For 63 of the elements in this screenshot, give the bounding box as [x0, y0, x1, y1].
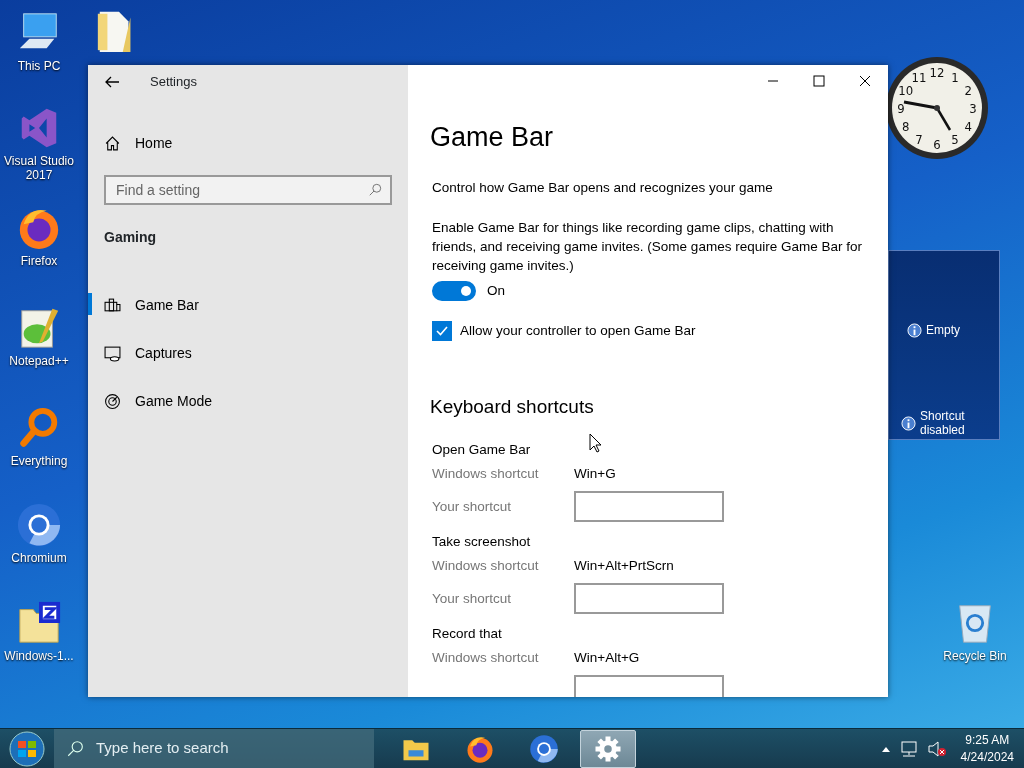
network-icon[interactable] — [898, 739, 919, 758]
window-title: Settings — [150, 73, 197, 92]
close-icon — [859, 75, 871, 87]
toggle-label: On — [487, 281, 505, 300]
checkbox[interactable] — [432, 321, 452, 342]
maximize-icon — [813, 75, 825, 87]
taskbar-clock[interactable]: 9:25 AM 4/24/2024 — [960, 731, 1014, 766]
shortcut-name: Record that — [432, 624, 502, 643]
input-field[interactable] — [574, 491, 724, 523]
icon-label[interactable]: Firefox — [20, 255, 58, 269]
input-field[interactable] — [574, 583, 724, 615]
sidebar-item[interactable]: Captures — [88, 329, 408, 377]
shortcut-keys: Win+Alt+PrtScrn — [574, 555, 674, 576]
sidebar-item[interactable]: Game Mode — [88, 377, 408, 425]
clock-time: 9:25 AM — [964, 731, 1011, 749]
icon-label[interactable]: Visual Studio 2017 — [0, 155, 78, 183]
info-icon — [901, 415, 916, 431]
home-icon — [104, 134, 121, 152]
icon-label[interactable]: This PC — [17, 60, 61, 74]
page-subtitle: Control how Game Bar opens and recognizes your game — [432, 178, 774, 197]
info-icon — [907, 323, 922, 338]
checkmark-icon — [435, 324, 449, 339]
search-input[interactable]: Type here to search — [94, 736, 354, 761]
shortcut-label: Your shortcut — [432, 497, 513, 516]
back-icon[interactable] — [104, 74, 120, 90]
section-heading: Keyboard shortcuts — [430, 395, 595, 420]
capture-icon — [104, 344, 121, 362]
search-icon — [368, 183, 382, 197]
search-icon — [66, 739, 84, 758]
chromium-icon — [529, 733, 559, 764]
zip-folder-icon[interactable] — [16, 600, 62, 646]
shortcut-name: Open Game Bar — [432, 440, 531, 459]
shortcut-keys: Win+G — [574, 463, 616, 484]
game-bar-icon — [104, 296, 121, 314]
section-heading: Gaming — [103, 228, 158, 247]
chromium-icon[interactable] — [16, 502, 62, 548]
icon-label[interactable]: Chromium — [11, 552, 67, 566]
muted-volume-icon[interactable] — [926, 739, 947, 758]
shortcut-label: Windows shortcut — [432, 648, 540, 667]
gadget-message: Empty — [926, 323, 960, 338]
shortcut-keys: Win+Alt+G — [574, 647, 640, 668]
description-text: Enable Game Bar for things like recording game clips, chatting with friends, and receiving game invites. (Some games require Game Bar for receiving game invites.) — [432, 218, 862, 275]
shortcut-label: Windows shortcut — [432, 556, 540, 575]
shortcut-label: Windows shortcut — [432, 464, 540, 483]
icon-label[interactable]: Notepad++ — [9, 355, 69, 369]
toggle-switch[interactable] — [432, 280, 476, 301]
checkbox-label: Allow your controller to open Game Bar — [460, 322, 696, 340]
shortcut-label: Your shortcut — [432, 589, 513, 608]
gadget-message: Shortcut disabled — [920, 409, 966, 438]
input-field[interactable] — [574, 675, 724, 697]
cursor-icon — [589, 433, 602, 453]
home-nav-item[interactable]: Home — [88, 119, 408, 167]
taskbar-search-box[interactable]: Type here to search — [54, 728, 374, 768]
shortcut-name: Take screenshot — [432, 532, 531, 551]
start-button[interactable] — [7, 729, 47, 768]
page-title: Game Bar — [430, 121, 555, 154]
gauge-icon — [104, 392, 121, 410]
clock-date: 4/24/2024 — [960, 748, 1014, 766]
icon-label[interactable]: Windows-1... — [4, 650, 74, 664]
search-field[interactable]: Find a setting — [104, 175, 392, 205]
sidebar-item[interactable]: Game Bar — [88, 281, 408, 329]
taskbar-button[interactable] — [580, 729, 636, 768]
icon-label[interactable]: Everything — [10, 455, 68, 469]
